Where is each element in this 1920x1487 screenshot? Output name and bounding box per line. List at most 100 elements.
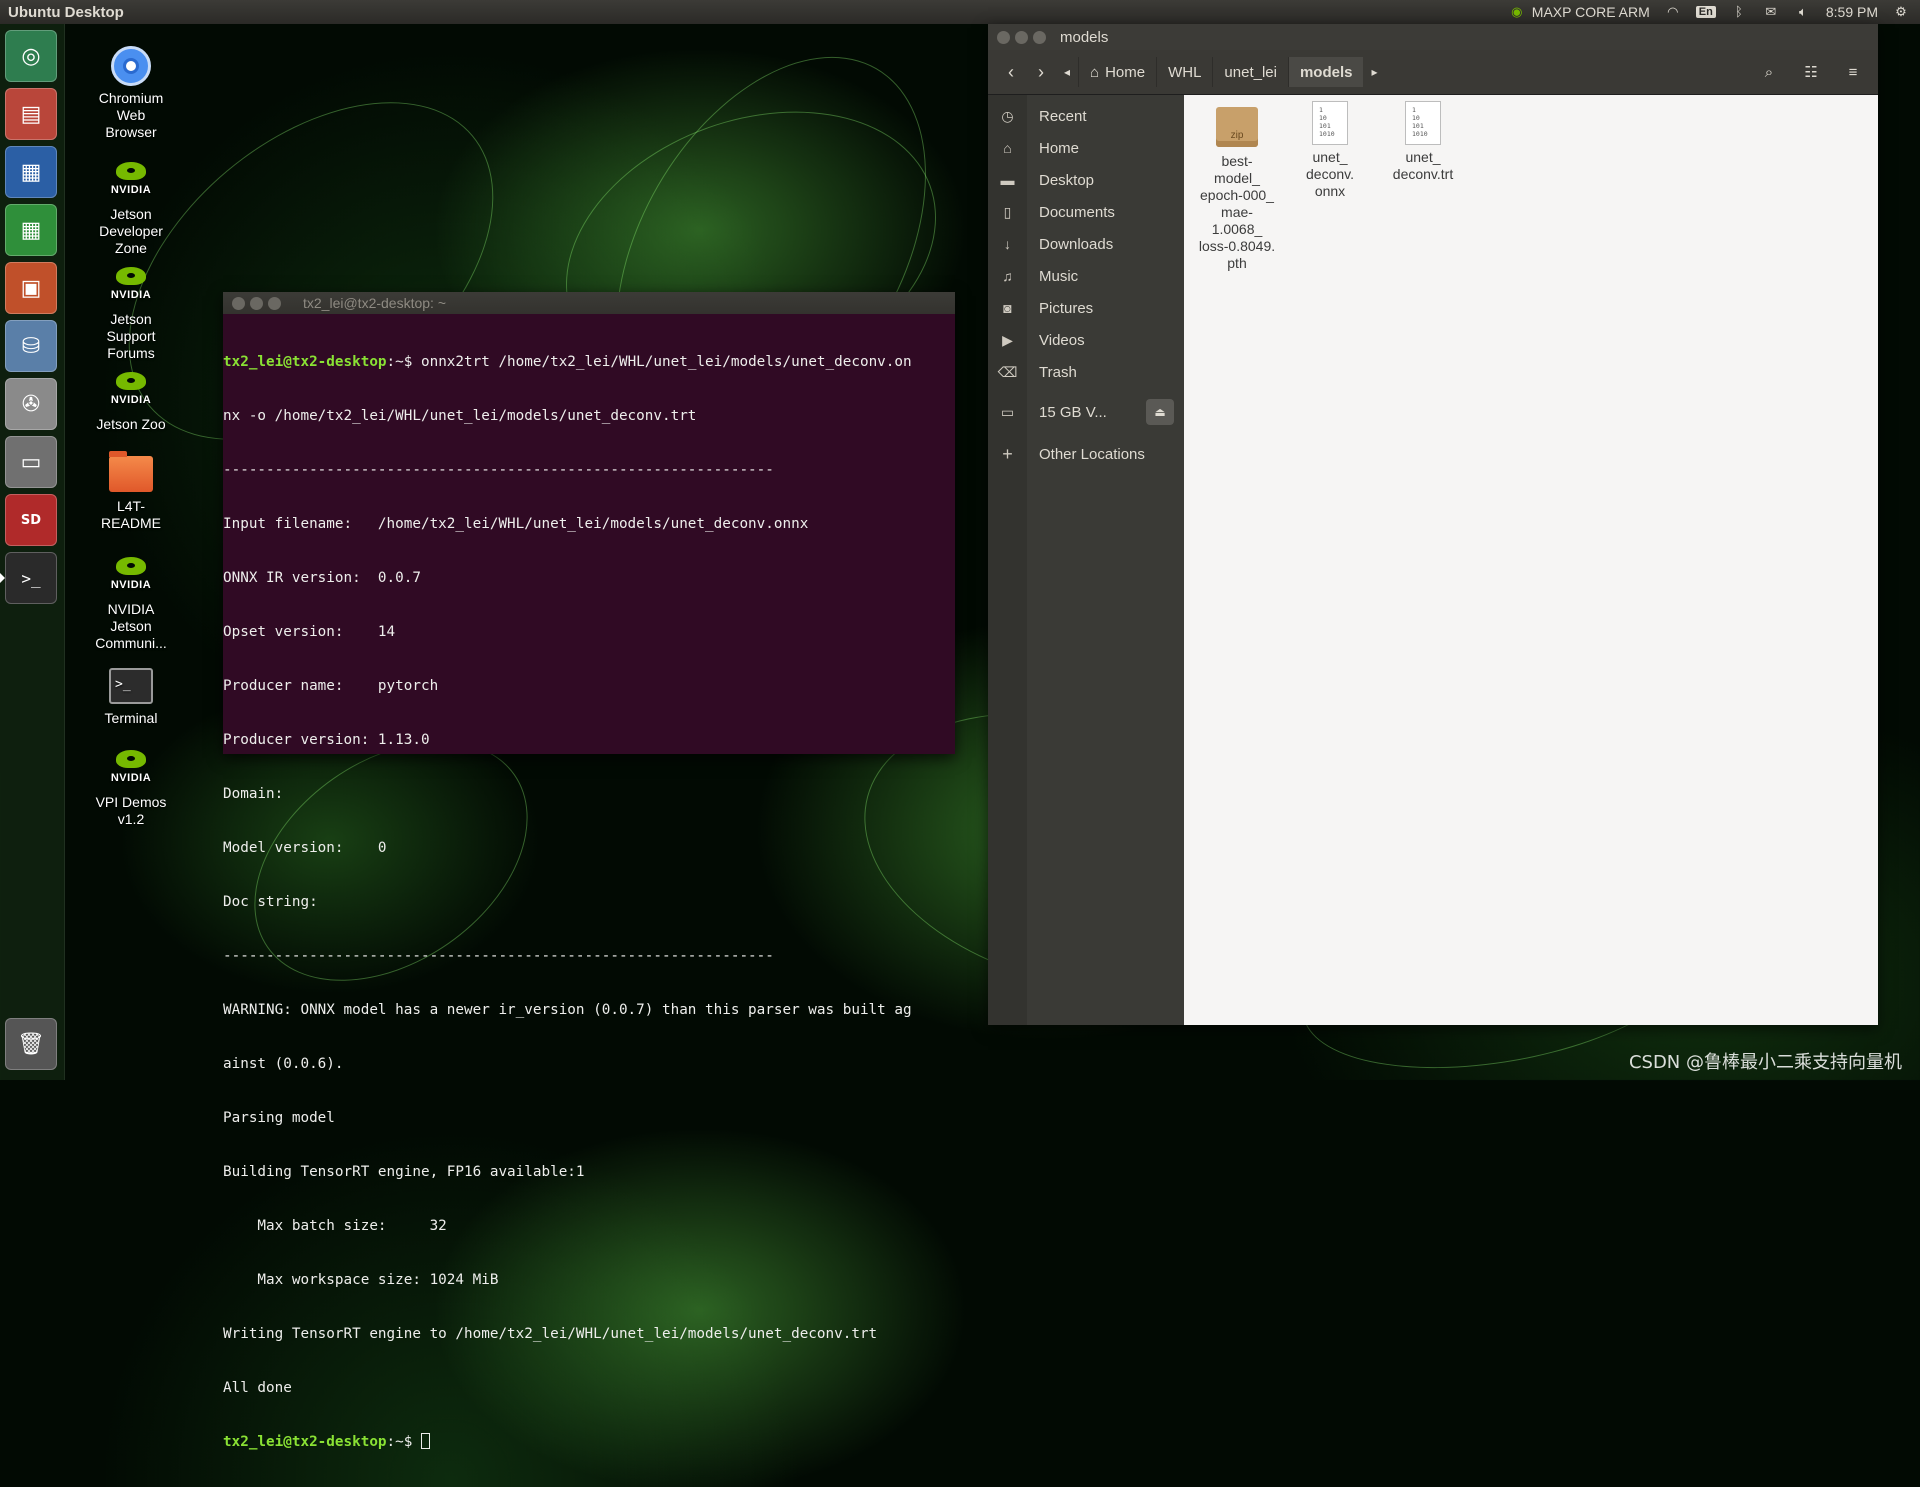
back-button[interactable]: ‹: [996, 57, 1026, 87]
minimize-button[interactable]: [1015, 30, 1028, 44]
view-options-button[interactable]: ☷: [1794, 57, 1828, 87]
video-icon: ▶: [1002, 331, 1013, 348]
forward-button[interactable]: ›: [1026, 57, 1056, 87]
maximize-button[interactable]: [1033, 30, 1046, 44]
files-titlebar[interactable]: models: [988, 24, 1878, 50]
breadcrumb-whl[interactable]: WHL: [1156, 57, 1212, 87]
close-button[interactable]: [997, 30, 1010, 44]
files-window-title: models: [1060, 28, 1109, 46]
binary-file-icon: 1 10 101 1010: [1405, 101, 1441, 145]
mail-icon[interactable]: ✉: [1762, 4, 1780, 20]
launcher-sd-card[interactable]: SD: [5, 494, 57, 546]
sidebar-item-recent[interactable]: ◷ Recent: [988, 101, 1184, 131]
sidebar-item-videos[interactable]: ▶ Videos: [988, 325, 1184, 355]
menu-button[interactable]: ≡: [1836, 57, 1870, 87]
icon-label: Web: [116, 107, 146, 123]
launcher-settings[interactable]: ✇: [5, 378, 57, 430]
nvidia-logo-icon: NVIDIA: [109, 372, 153, 412]
launcher-impress[interactable]: ▣: [5, 262, 57, 314]
launcher-trash[interactable]: 🗑︎: [5, 1018, 57, 1070]
desktop-icon-jetson-zoo[interactable]: NVIDIA Jetson Zoo: [81, 370, 181, 433]
keyboard-indicator[interactable]: En: [1695, 6, 1716, 18]
sidebar-item-pictures[interactable]: ◙ Pictures: [988, 293, 1184, 323]
icon-label: Terminal: [104, 710, 158, 726]
terminal-line: Producer name: pytorch: [223, 678, 439, 694]
breadcrumb-models[interactable]: models: [1287, 57, 1364, 87]
sidebar-item-downloads[interactable]: ↓ Downloads: [988, 229, 1184, 259]
launcher-drive[interactable]: ▭: [5, 436, 57, 488]
terminal-line: Doc string:: [223, 894, 318, 910]
file-item-unet-deconv-trt[interactable]: 1 10 101 1010 unet_ deconv.trt: [1378, 101, 1468, 183]
sidebar-item-trash[interactable]: ⌫ Trash: [988, 357, 1184, 387]
terminal-line: Input filename: /home/tx2_lei/WHL/unet_l…: [223, 516, 809, 532]
watermark: CSDN @鲁棒最小二乘支持向量机: [1628, 1052, 1902, 1073]
launcher-terminal[interactable]: >_: [0, 552, 57, 604]
breadcrumb-scroll-right[interactable]: ▸: [1363, 57, 1385, 87]
breadcrumb-unet-lei[interactable]: unet_lei: [1212, 57, 1288, 87]
file-label: unet_: [1405, 149, 1441, 165]
folder-icon: ▬: [1000, 172, 1015, 188]
nvidia-icon: ◉: [1511, 4, 1523, 19]
terminal-output[interactable]: tx2_lei@tx2-desktop:~$ onnx2trt /home/tx…: [223, 314, 955, 1487]
wifi-icon[interactable]: ◠: [1664, 4, 1682, 20]
launcher-files[interactable]: ▤: [5, 88, 57, 140]
nvidia-power-indicator[interactable]: ◉ MAXP CORE ARM: [1508, 4, 1650, 20]
top-panel: Ubuntu Desktop ◉ MAXP CORE ARM ◠ En ᛒ ✉ …: [0, 0, 1920, 24]
power-mode-label: MAXP CORE ARM: [1531, 4, 1650, 20]
sidebar-item-volume[interactable]: ▭ 15 GB V... ⏏: [988, 397, 1184, 427]
clock[interactable]: 8:59 PM: [1826, 4, 1878, 20]
bluetooth-icon[interactable]: ᛒ: [1730, 4, 1748, 20]
launcher-writer[interactable]: ▦: [5, 146, 57, 198]
gear-icon[interactable]: ⚙: [1892, 4, 1910, 20]
desktop-icon-l4t-readme[interactable]: L4T- README: [81, 451, 181, 532]
file-item-best-model[interactable]: zip best- model_ epoch-000_ mae- 1.0068_…: [1192, 107, 1282, 272]
file-item-unet-deconv-onnx[interactable]: 1 10 101 1010 unet_ deconv. onnx: [1285, 101, 1375, 200]
file-grid[interactable]: zip best- model_ epoch-000_ mae- 1.0068_…: [1184, 95, 1878, 1025]
chromium-icon: [107, 44, 155, 88]
minimize-button[interactable]: [250, 296, 263, 310]
desktop-icon-jetson-support-forums[interactable]: NVIDIA Jetson Support Forums: [81, 265, 181, 362]
sidebar-item-music[interactable]: ♫ Music: [988, 261, 1184, 291]
folder-icon: [107, 451, 155, 496]
eject-button[interactable]: ⏏: [1146, 399, 1174, 425]
triangle-left-icon: ◂: [1063, 65, 1071, 79]
file-label: pth: [1227, 255, 1247, 271]
terminal-window[interactable]: tx2_lei@tx2-desktop: ~ tx2_lei@tx2-deskt…: [223, 292, 955, 1450]
desktop-icon-terminal[interactable]: >_ Terminal: [81, 664, 181, 727]
breadcrumb-home[interactable]: ⌂ Home: [1078, 57, 1156, 87]
terminal-line: ----------------------------------------…: [223, 462, 774, 478]
icon-label: README: [101, 515, 161, 531]
terminal-line: Max batch size: 32: [223, 1218, 447, 1234]
nvidia-logo-icon: NVIDIA: [109, 162, 153, 202]
file-manager-window[interactable]: models ‹ › ◂ ⌂ Home WHL unet_lei models …: [988, 24, 1878, 1025]
file-label: deconv.: [1306, 166, 1354, 182]
sidebar-item-documents[interactable]: ▯ Documents: [988, 197, 1184, 227]
maximize-button[interactable]: [268, 296, 281, 310]
files-header-bar: ‹ › ◂ ⌂ Home WHL unet_lei models ▸ ⌕ ☷ ≡: [988, 50, 1878, 95]
file-label: loss-0.8049.: [1198, 238, 1276, 254]
sidebar-item-other-locations[interactable]: + Other Locations: [988, 439, 1184, 469]
icon-label: v1.2: [117, 811, 145, 827]
file-cabinet-icon: ▤: [20, 101, 42, 127]
desktop-icon-jetson-developer-zone[interactable]: NVIDIA Jetson Developer Zone: [81, 160, 181, 257]
icon-label: Zone: [115, 240, 147, 256]
breadcrumb-scroll-left[interactable]: ◂: [1056, 57, 1078, 87]
terminal-line: Parsing model: [223, 1110, 335, 1126]
desktop-icon-chromium[interactable]: Chromium Web Browser: [81, 44, 181, 141]
volume-icon[interactable]: 🔈︎: [1794, 4, 1812, 20]
dash-home-button[interactable]: ◎: [5, 30, 57, 82]
desktop-icon-vpi-demos[interactable]: NVIDIA VPI Demos v1.2: [81, 748, 181, 828]
eject-icon: ⏏: [1154, 405, 1166, 419]
archive-icon: zip: [1216, 107, 1258, 147]
file-label: model_: [1214, 170, 1260, 186]
search-button[interactable]: ⌕: [1752, 57, 1786, 87]
close-button[interactable]: [232, 296, 245, 310]
sidebar-item-desktop[interactable]: ▬ Desktop: [988, 165, 1184, 195]
launcher-software[interactable]: ⛁: [5, 320, 57, 372]
launcher-calc[interactable]: ▦: [5, 204, 57, 256]
sidebar-item-home[interactable]: ⌂ Home: [988, 133, 1184, 163]
presentation-icon: ▣: [20, 275, 42, 301]
terminal-titlebar[interactable]: tx2_lei@tx2-desktop: ~: [223, 292, 955, 314]
nvidia-logo-icon: NVIDIA: [109, 557, 153, 597]
desktop-icon-nvidia-jetson-community[interactable]: NVIDIA NVIDIA Jetson Communi...: [81, 555, 181, 652]
